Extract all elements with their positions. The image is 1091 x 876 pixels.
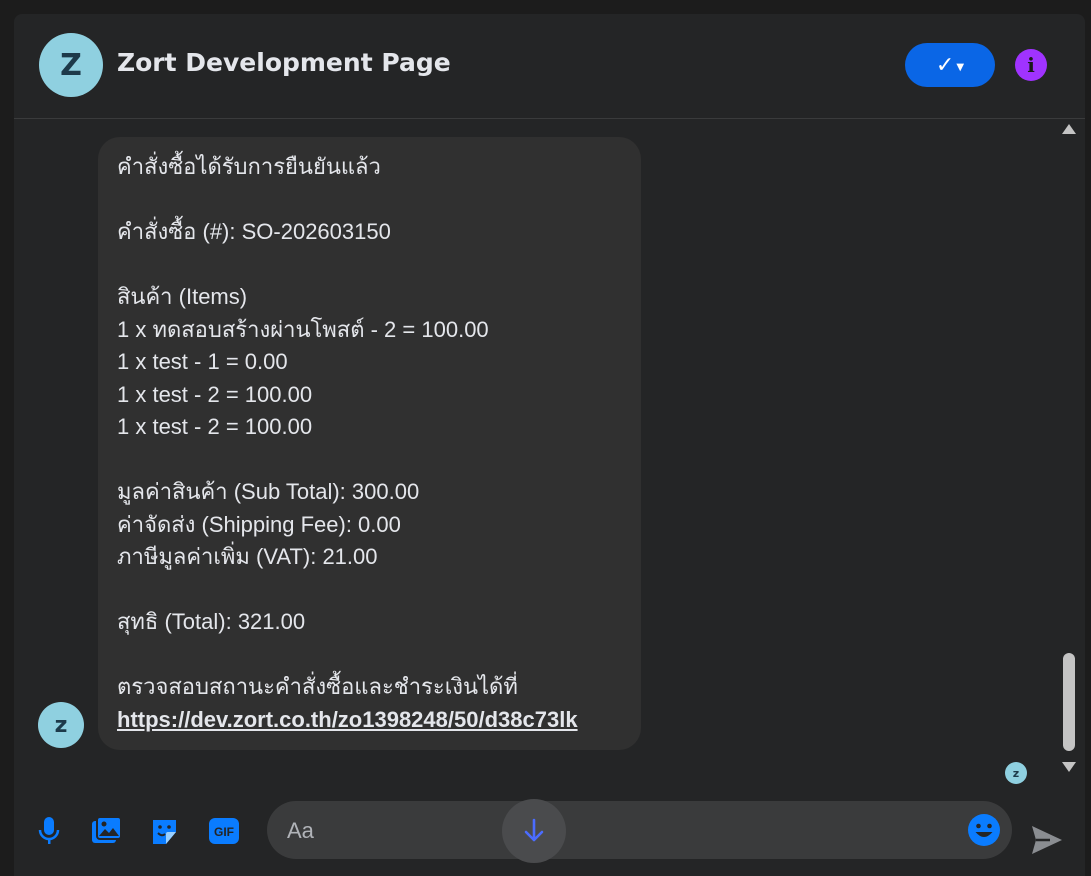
message-line [117, 249, 622, 282]
mark-done-button[interactable]: ✓ ▼ [905, 43, 995, 87]
order-status-link[interactable]: https://dev.zort.co.th/zo1398248/50/d38c… [117, 707, 578, 732]
message-line: สุทธิ (Total): 321.00 [117, 609, 306, 634]
message-list: คำสั่งซื้อได้รับการยืนยันแล้วคำสั่งซื้อ … [14, 119, 1054, 799]
image-icon[interactable] [90, 814, 124, 848]
message-line: 1 x test - 1 = 0.00 [117, 349, 288, 374]
page-avatar[interactable]: Z [39, 33, 103, 97]
message-line: มูลค่าสินค้า (Sub Total): 300.00 [117, 479, 420, 504]
chevron-down-icon: ▼ [956, 61, 965, 73]
message-line [117, 444, 622, 477]
scroll-to-bottom-button[interactable] [502, 799, 566, 863]
message-line: สินค้า (Items) [117, 284, 248, 309]
scrollbar-thumb[interactable] [1063, 653, 1075, 751]
message-bubble[interactable]: คำสั่งซื้อได้รับการยืนยันแล้วคำสั่งซื้อ … [98, 137, 641, 750]
chat-header: Z Zort Development Page ✓ ▼ i [14, 14, 1085, 119]
page-title[interactable]: Zort Development Page [117, 48, 451, 77]
message-line: คำสั่งซื้อ (#): SO-202603150 [117, 219, 391, 244]
sticker-icon[interactable] [149, 814, 183, 848]
message-line [117, 639, 622, 672]
message-line: ตรวจสอบสถานะคำสั่งซื้อและชำระเงินได้ที่ [117, 674, 518, 699]
sender-avatar[interactable]: z [38, 702, 84, 748]
chat-window: Z Zort Development Page ✓ ▼ i คำสั่งซื้อไ… [14, 14, 1085, 876]
emoji-icon[interactable] [967, 813, 1001, 847]
message-input[interactable] [285, 801, 959, 861]
seen-indicator-avatar: z [1005, 762, 1027, 784]
message-line: ภาษีมูลค่าเพิ่ม (VAT): 21.00 [117, 544, 378, 569]
message-line [117, 184, 622, 217]
message-line: 1 x test - 2 = 100.00 [117, 414, 313, 439]
message-input-box[interactable] [267, 801, 1012, 861]
message-line: คำสั่งซื้อได้รับการยืนยันแล้ว [117, 154, 381, 179]
scroll-up-arrow-icon[interactable] [1062, 124, 1076, 134]
checkmark-icon: ✓ [935, 52, 955, 78]
send-icon[interactable] [1030, 824, 1066, 860]
scrollbar[interactable] [1058, 120, 1080, 780]
message-line: ค่าจัดส่ง (Shipping Fee): 0.00 [117, 511, 401, 537]
info-icon[interactable]: i [1015, 49, 1047, 81]
gif-icon[interactable]: GIF [207, 814, 241, 848]
arrow-down-icon [524, 818, 544, 842]
message-line: 1 x ทดสอบสร้างผ่านโพสต์ - 2 = 100.00 [117, 316, 489, 342]
microphone-icon[interactable] [32, 814, 66, 848]
scroll-down-arrow-icon[interactable] [1062, 762, 1076, 772]
message-text: คำสั่งซื้อได้รับการยืนยันแล้วคำสั่งซื้อ … [117, 151, 622, 704]
message-line [117, 574, 622, 607]
svg-text:GIF: GIF [214, 825, 234, 839]
message-line: 1 x test - 2 = 100.00 [117, 381, 313, 407]
